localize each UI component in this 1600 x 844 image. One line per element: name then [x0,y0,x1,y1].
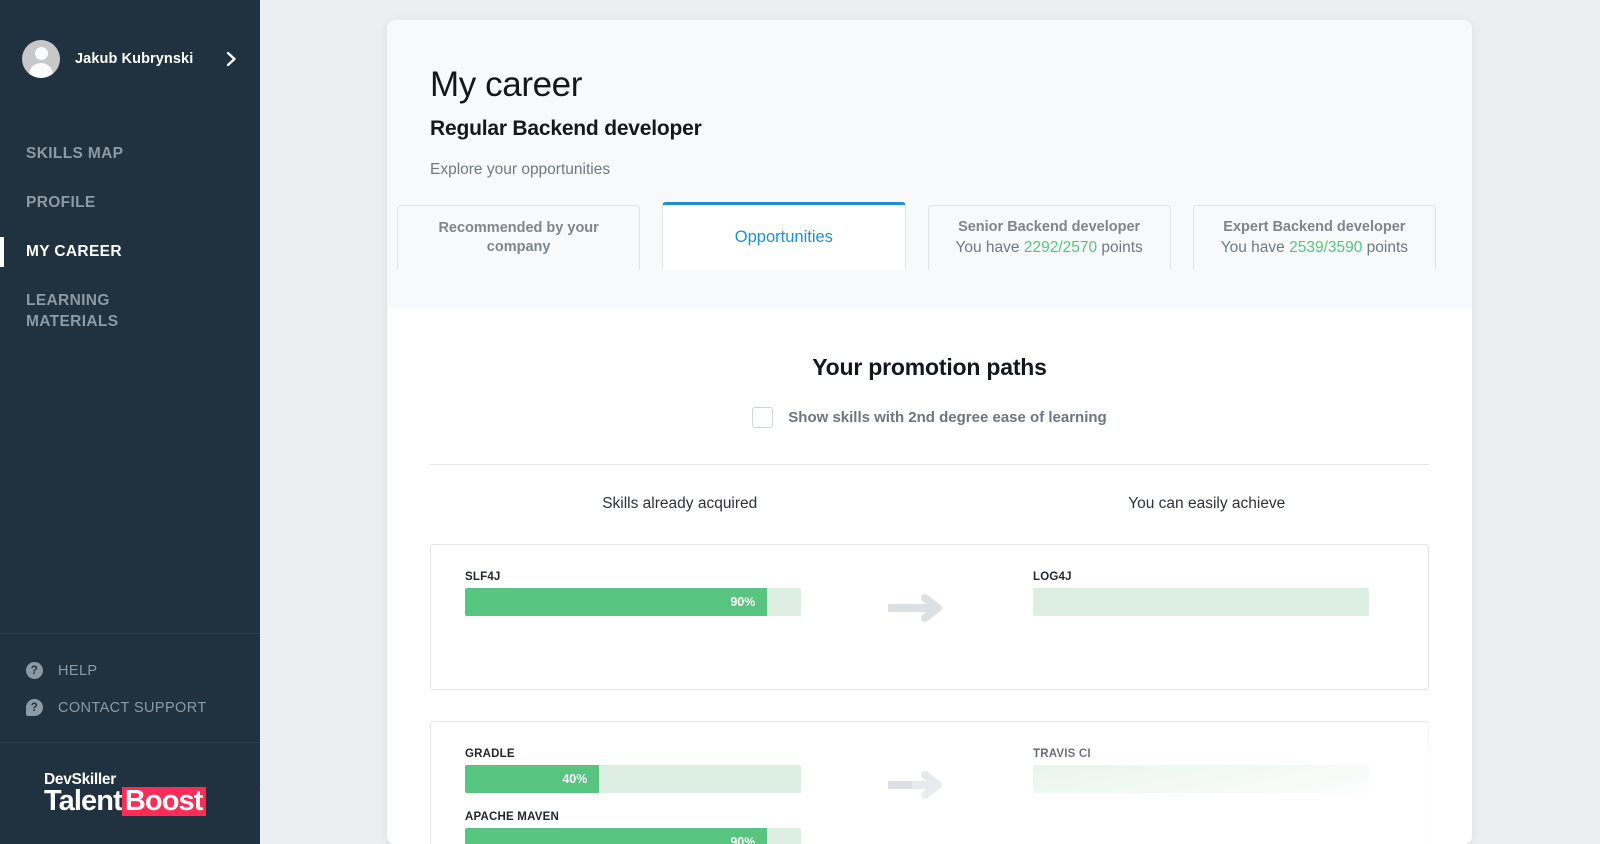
brand-boost-text: Boost [121,787,206,816]
page-subtitle: Regular Backend developer [430,116,702,140]
sidebar-item-profile[interactable]: PROFILE [0,179,260,228]
tab-expert-backend-developer[interactable]: Expert Backend developer You have 2539/3… [1192,204,1436,270]
promotion-paths-panel: Your promotion paths Show skills with 2n… [387,308,1472,844]
sidebar-item-contact-support[interactable]: ? CONTACT SUPPORT [0,689,260,726]
show-2nd-degree-checkbox[interactable] [752,407,774,428]
skill-progress-label: 40% [562,772,588,786]
skill-progress-fill: 90% [465,588,768,616]
tab-senior-points-prefix: You have [955,239,1024,257]
skill-progress-fill: 90% [465,828,768,844]
chat-bubble-icon: ? [26,699,43,716]
skill-row: LOG4J [1033,571,1369,616]
achievable-skills-column: LOG4J [1033,571,1369,616]
panel-divider [430,464,1429,465]
tab-senior-points: You have 2292/2570 points [955,239,1142,257]
sidebar-support-group: ? HELP ? CONTACT SUPPORT [0,633,260,742]
skill-progress-bar [1033,765,1369,793]
main-area: My career Regular Backend developer Expl… [260,0,1600,844]
page-description: Explore your opportunities [430,160,611,178]
skill-progress-label: 90% [730,835,756,844]
tab-senior-points-value: 2292/2570 [1023,239,1098,257]
tab-recommended-label: Recommended by your company [438,220,599,255]
achievable-skills-column: TRAVIS CI [1033,748,1369,793]
acquired-skills-column: GRADLE 40% APACHE MAVEN 90% [465,748,801,844]
skill-name: SLF4J [465,571,501,583]
tab-expert-points-suffix: points [1362,239,1409,257]
promotion-path-card: GRADLE 40% APACHE MAVEN 90% TRAVIS CI [430,721,1429,844]
skill-progress-fill: 40% [465,765,600,793]
sidebar-item-skills-map[interactable]: SKILLS MAP [0,130,260,179]
sidebar-item-contact-support-label: CONTACT SUPPORT [58,699,207,716]
tab-senior-backend-developer[interactable]: Senior Backend developer You have 2292/2… [927,204,1171,270]
tab-senior-label: Senior Backend developer [958,218,1141,235]
tab-expert-points: You have 2539/3590 points [1221,239,1408,257]
skill-name: LOG4J [1033,571,1072,583]
content-card: My career Regular Backend developer Expl… [387,20,1472,844]
skill-progress-bar: 90% [465,828,801,844]
acquired-skills-column: SLF4J 90% [465,571,801,616]
person-avatar-icon [22,40,60,78]
page-header: My career Regular Backend developer Expl… [387,20,1472,179]
column-header-achievable: You can easily achieve [1128,495,1286,512]
sidebar-user-row[interactable]: Jakub Kubrynski [0,0,260,118]
promotion-path-card: SLF4J 90% LOG4J [430,544,1429,690]
skill-row: TRAVIS CI [1033,748,1369,793]
tab-opportunities[interactable]: Opportunities [662,201,906,270]
skill-row: APACHE MAVEN 90% [465,811,801,844]
tab-opportunities-label: Opportunities [734,227,833,246]
sidebar-user-name: Jakub Kubrynski [75,51,194,67]
sidebar-item-help[interactable]: ? HELP [0,652,260,689]
brand-logo: DevSkiller Talent Boost [0,742,274,844]
promotion-paths-title: Your promotion paths [812,354,1047,380]
sidebar: Jakub Kubrynski SKILLS MAP PROFILE MY CA… [0,0,274,844]
tab-expert-points-value: 2539/3590 [1289,239,1363,257]
sidebar-item-learning-materials[interactable]: LEARNING MATERIALS [0,277,150,347]
show-2nd-degree-checkbox-row[interactable]: Show skills with 2nd degree ease of lear… [387,407,1472,428]
skill-name: TRAVIS CI [1033,748,1091,760]
path-arrow [801,571,1033,661]
sidebar-nav: SKILLS MAP PROFILE MY CAREER LEARNING MA… [0,118,260,347]
column-headers: Skills already acquired You can easily a… [387,495,1472,513]
question-mark-icon: ? [26,662,43,679]
sidebar-item-help-label: HELP [58,662,98,679]
skill-progress-bar: 40% [465,765,801,793]
skill-progress-bar: 90% [465,588,801,616]
sidebar-item-my-career[interactable]: MY CAREER [0,228,260,277]
show-2nd-degree-label: Show skills with 2nd degree ease of lear… [788,409,1107,426]
skill-progress-bar [1033,588,1369,616]
skill-name: GRADLE [465,748,515,760]
brand-talentboost: Talent Boost [44,774,274,817]
chevron-right-icon[interactable] [225,51,238,67]
tab-expert-points-prefix: You have [1220,239,1290,257]
tab-recommended-by-company[interactable]: Recommended by your company [397,204,641,270]
skill-progress-label: 90% [730,595,756,609]
skill-row: SLF4J 90% [465,571,801,616]
tab-bar: Recommended by your company Opportunitie… [387,179,1472,270]
tab-senior-points-suffix: points [1097,239,1143,257]
brand-talent-text: Talent [44,785,123,817]
page-title: My career [430,65,582,104]
path-arrow [801,748,1033,844]
arrow-right-icon [888,771,942,799]
arrow-right-icon [888,594,942,622]
column-header-acquired: Skills already acquired [602,495,758,512]
app-root: Jakub Kubrynski SKILLS MAP PROFILE MY CA… [0,0,1600,844]
skill-row: GRADLE 40% [465,748,801,793]
tab-expert-label: Expert Backend developer [1223,218,1406,235]
skill-name: APACHE MAVEN [465,811,559,823]
